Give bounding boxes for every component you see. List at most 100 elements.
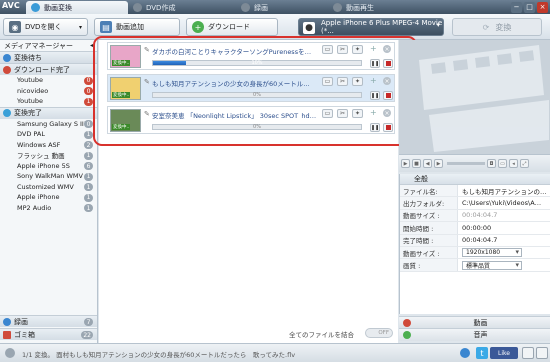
- property-row: 画質 : 標準品質: [400, 259, 550, 272]
- sidebar-header-label: メディアマネージャー: [4, 41, 74, 50]
- count-badge: 6: [84, 162, 93, 170]
- download-button[interactable]: + ダウンロード: [186, 18, 278, 36]
- profile-label: Apple iPhone 6 Plus MPEG-4 Movie (*...: [321, 19, 443, 35]
- property-value[interactable]: C:\Users\Yuki\Videos\A…: [458, 199, 550, 207]
- apple-icon: ●: [303, 22, 315, 34]
- audio-settings-bar[interactable]: 音声: [399, 328, 550, 341]
- tab-record[interactable]: 録画: [236, 1, 331, 14]
- add-video-button[interactable]: ▤ 動画追加: [94, 18, 180, 36]
- sidebar-item[interactable]: Youtube 1: [0, 96, 97, 107]
- group-label: ゴミ箱: [14, 330, 35, 339]
- prev-icon[interactable]: ◀: [423, 159, 432, 168]
- property-value[interactable]: 00:00:00: [458, 224, 550, 232]
- video-size-select[interactable]: 1920x1080: [462, 248, 522, 258]
- stop-icon[interactable]: ■: [412, 159, 421, 168]
- property-key: 動画サイズ :: [400, 246, 458, 259]
- sidebar-item[interactable]: Apple iPhone 5S 6: [0, 161, 97, 172]
- tab-label: 録画: [254, 3, 268, 12]
- sidebar-group-downloaded[interactable]: ダウンロード完了: [0, 63, 97, 75]
- tab-video-play[interactable]: 動画再生: [328, 1, 423, 14]
- tab-dvd-create[interactable]: DVD作成: [128, 1, 223, 14]
- properties-header: 全般: [400, 174, 550, 185]
- quality-select[interactable]: 標準品質: [462, 260, 522, 270]
- tab-video-convert[interactable]: 動画変換: [26, 1, 128, 14]
- group-label: 変換完了: [14, 109, 42, 117]
- count-badge: 1: [84, 183, 93, 191]
- sidebar-group-converted[interactable]: 変換完了: [0, 106, 97, 119]
- output-profile-select[interactable]: ● Apple iPhone 6 Plus MPEG-4 Movie (*...…: [298, 18, 444, 36]
- minimize-button[interactable]: −: [511, 1, 522, 13]
- property-value[interactable]: 00:04:04.7: [458, 236, 550, 244]
- open-dvd-button[interactable]: ◉ DVDを開く ▾: [3, 18, 88, 36]
- snapshot-icon[interactable]: ◘: [487, 159, 496, 168]
- property-value: 00:04:04.7: [462, 211, 498, 220]
- property-row: 完了時間 :00:04:04.7: [400, 234, 550, 247]
- sidebar-item[interactable]: DVD PAL 1: [0, 129, 97, 140]
- close-button[interactable]: ×: [537, 1, 548, 13]
- highlight-annotation: [93, 36, 417, 146]
- layout-icon[interactable]: [522, 347, 534, 359]
- download-plus-icon: +: [192, 21, 204, 33]
- maximize-button[interactable]: □: [524, 1, 535, 13]
- next-icon[interactable]: ▶: [434, 159, 443, 168]
- volume-icon[interactable]: ◂: [509, 159, 518, 168]
- audio-label: 音声: [473, 331, 488, 339]
- combine-toggle[interactable]: OFF: [365, 328, 393, 338]
- refresh-icon[interactable]: [460, 348, 470, 358]
- player-controls: ▶ ■ ◀ ▶ ◘ ▭ ◂ ⤢: [399, 154, 550, 172]
- media-manager-sidebar: メディアマネージャー ◂ 変換待ち ダウンロード完了 Youtube 0 nico…: [0, 40, 98, 343]
- item-label: Youtube: [17, 97, 43, 106]
- facebook-like-button[interactable]: Like: [490, 347, 518, 359]
- count-badge: 1: [84, 97, 93, 106]
- item-label: Samsung Galaxy S III: [17, 119, 86, 128]
- add-video-label: 動画追加: [116, 23, 144, 31]
- twitter-icon[interactable]: t: [476, 347, 488, 359]
- group-label: 変換待ち: [14, 53, 42, 62]
- sidebar-item[interactable]: Sony WalkMan WMV 1: [0, 171, 97, 182]
- menu-icon[interactable]: [536, 347, 548, 359]
- convert-tab-icon: [31, 3, 40, 12]
- folder-icon[interactable]: ▭: [498, 159, 507, 168]
- sidebar-item[interactable]: Youtube 0: [0, 75, 97, 86]
- combine-bar: 全てのファイルを結合 OFF: [99, 325, 398, 342]
- play-tab-icon: [333, 3, 342, 12]
- group-label: ダウンロード完了: [14, 65, 70, 74]
- video-icon: [403, 318, 411, 327]
- play-icon[interactable]: ▶: [401, 159, 410, 168]
- sidebar-item[interactable]: フラッシュ 動画 1: [0, 150, 97, 161]
- item-label: MP2 Audio: [17, 203, 52, 212]
- video-settings-bar[interactable]: 動画: [399, 316, 550, 328]
- count-badge: 1: [84, 204, 93, 212]
- property-row: 開始時間 :00:00:00: [400, 222, 550, 235]
- convert-icon: ⟳: [482, 22, 490, 32]
- tab-label: 動画再生: [346, 3, 374, 12]
- property-key: 出力フォルダ:: [400, 197, 458, 209]
- seek-slider[interactable]: [447, 162, 485, 165]
- fullscreen-icon[interactable]: ⤢: [520, 159, 529, 168]
- sidebar-item[interactable]: Windows ASF 2: [0, 140, 97, 151]
- sidebar-group-pending[interactable]: 変換待ち: [0, 51, 97, 63]
- property-key: ファイル名:: [400, 185, 458, 197]
- sidebar-group-recordings[interactable]: 録画 7: [0, 315, 97, 327]
- convert-button[interactable]: ⟳ 変換: [452, 18, 542, 36]
- sidebar-item[interactable]: Customized WMV 1: [0, 182, 97, 193]
- record-tab-icon: [241, 3, 250, 12]
- count-badge: 0: [84, 87, 93, 95]
- status-bar: 1/1 変換。 面村もしも知月アテンションの少女の身長が60メートルだったら 歌…: [0, 343, 550, 362]
- sidebar-item[interactable]: MP2 Audio 1: [0, 203, 97, 214]
- item-label: Sony WalkMan WMV: [17, 172, 83, 181]
- sidebar-item[interactable]: Apple iPhone 1: [0, 192, 97, 203]
- sidebar-group-trash[interactable]: ゴミ箱 22: [0, 328, 97, 340]
- sidebar-item[interactable]: Samsung Galaxy S III 0: [0, 119, 97, 130]
- video-preview: [399, 40, 550, 154]
- properties-panel: 全般 ファイル名: もしも知月アテンションの… 出力フォルダ: C:\Users\Y…: [399, 174, 550, 314]
- property-key: 完了時間 :: [400, 234, 458, 246]
- count-badge: 0: [84, 120, 93, 128]
- sidebar-item[interactable]: nicovideo 0: [0, 86, 97, 97]
- film-add-icon: ▤: [100, 21, 112, 33]
- count-badge: 0: [84, 76, 93, 85]
- sidebar-header: メディアマネージャー ◂: [0, 40, 97, 51]
- count-badge: 2: [84, 141, 93, 149]
- property-row: ファイル名: もしも知月アテンションの…: [400, 185, 550, 198]
- property-value[interactable]: もしも知月アテンションの…: [458, 186, 550, 196]
